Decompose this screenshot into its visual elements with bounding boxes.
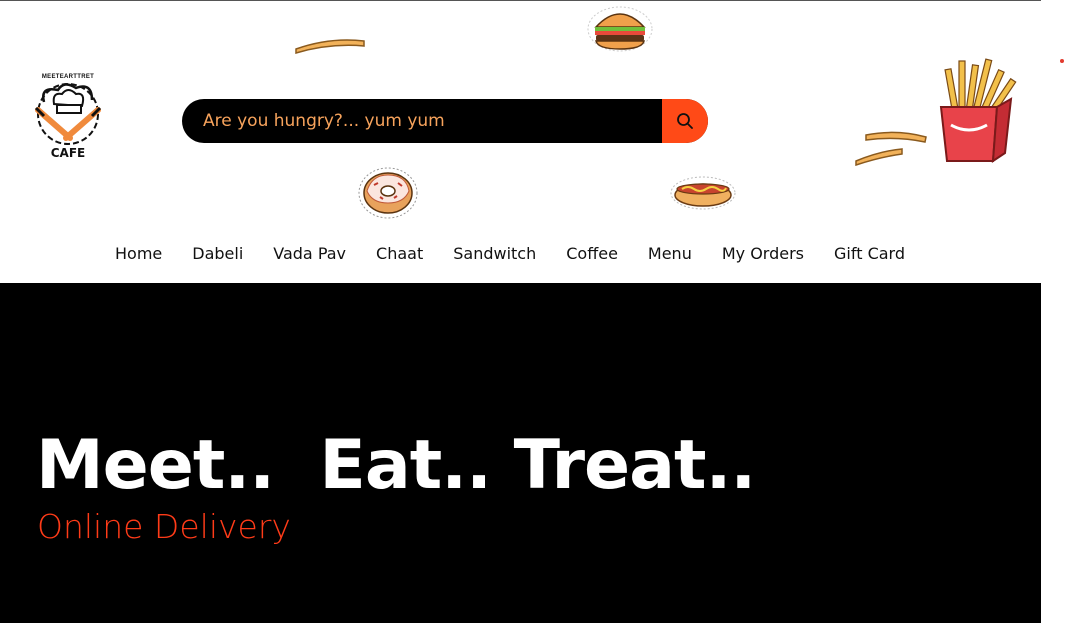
fries-stick-icon bbox=[855, 131, 927, 167]
hero-title: Meet.. Eat.. Treat.. bbox=[36, 426, 756, 505]
accent-dot bbox=[1060, 59, 1064, 63]
burger-icon bbox=[587, 6, 653, 52]
search-button[interactable] bbox=[662, 99, 708, 143]
search-icon bbox=[677, 113, 693, 129]
hero-section: Meet.. Eat.. Treat.. Online Delivery bbox=[0, 283, 1041, 623]
hotdog-icon bbox=[670, 176, 736, 210]
nav-item-sandwitch[interactable]: Sandwitch bbox=[453, 244, 536, 263]
search-bar bbox=[182, 99, 708, 143]
fries-stick-icon bbox=[295, 39, 365, 55]
site-logo[interactable]: MEETEARTTRET CAFE bbox=[28, 74, 108, 162]
nav-item-gift-card[interactable]: Gift Card bbox=[834, 244, 905, 263]
search-input[interactable] bbox=[182, 99, 662, 143]
nav-item-menu[interactable]: Menu bbox=[648, 244, 692, 263]
nav-item-home[interactable]: Home bbox=[115, 244, 162, 263]
donut-icon bbox=[358, 167, 418, 219]
main-nav: Home Dabeli Vada Pav Chaat Sandwitch Cof… bbox=[100, 240, 920, 266]
nav-item-vada-pav[interactable]: Vada Pav bbox=[273, 244, 346, 263]
logo-bottom-text: CAFE bbox=[50, 146, 86, 160]
nav-item-coffee[interactable]: Coffee bbox=[566, 244, 618, 263]
fries-box-icon bbox=[939, 58, 1017, 163]
chef-hat-icon bbox=[34, 83, 102, 145]
nav-item-my-orders[interactable]: My Orders bbox=[722, 244, 804, 263]
page-margin bbox=[1041, 0, 1065, 623]
nav-item-chaat[interactable]: Chaat bbox=[376, 244, 423, 263]
hero-subtitle: Online Delivery bbox=[37, 507, 291, 546]
nav-item-dabeli[interactable]: Dabeli bbox=[192, 244, 243, 263]
